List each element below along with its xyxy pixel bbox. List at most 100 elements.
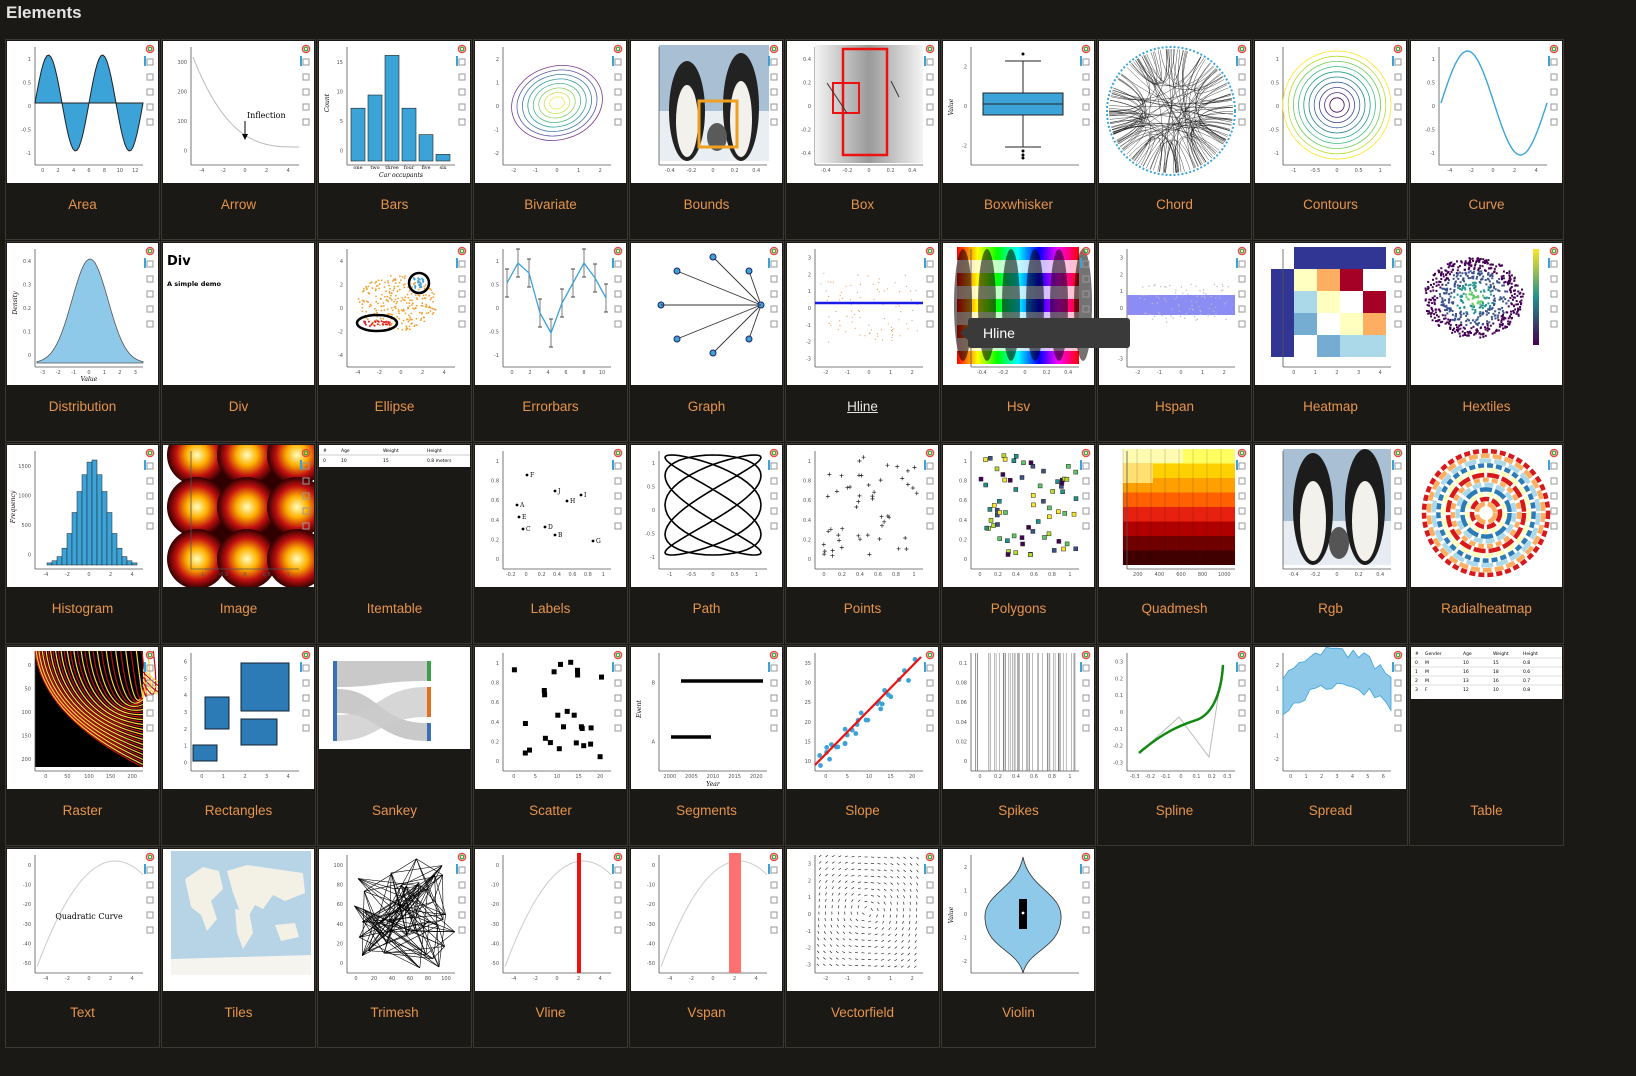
thumbnail-vspan[interactable]: -4 -2 0 2 4 -50 -40 -30 -20 -10 0 bbox=[631, 849, 782, 991]
gallery-link-text[interactable]: Text bbox=[6, 1005, 159, 1020]
thumbnail-curve[interactable]: -4 -2 0 2 4 -1 -0.5 0 0.5 1 bbox=[1411, 41, 1562, 183]
thumbnail-bounds[interactable]: -0.4 -0.2 0 0.2 0.4 bbox=[631, 41, 782, 183]
thumbnail-text[interactable]: -4 -2 0 2 4 -50 -40 -30 -20 -10 0 Quadratic Curve bbox=[7, 849, 158, 991]
gallery-card-radialheatmap[interactable]: Radialheatmap bbox=[1409, 443, 1564, 644]
gallery-link-area[interactable]: Area bbox=[6, 197, 159, 212]
gallery-card-tiles[interactable]: Tiles bbox=[161, 847, 316, 1048]
thumbnail-image[interactable]: -1 -0.5 0 0.5 1 bbox=[163, 445, 314, 587]
thumbnail-raster[interactable]: 0 50 100 150 200 200 150 100 50 0 bbox=[7, 647, 158, 789]
gallery-card-bivariate[interactable]: -2 -1 0 1 2 -2 -1 0 1 2 Bivariate bbox=[473, 39, 628, 240]
gallery-link-scatter[interactable]: Scatter bbox=[474, 803, 627, 818]
gallery-link-polygons[interactable]: Polygons bbox=[942, 601, 1095, 616]
gallery-link-contours[interactable]: Contours bbox=[1254, 197, 1407, 212]
thumbnail-rectangles[interactable]: 0 1 2 3 4 0 1 2 3 4 5 6 bbox=[163, 647, 314, 789]
gallery-link-trimesh[interactable]: Trimesh bbox=[318, 1005, 471, 1020]
thumbnail-spread[interactable]: 0 1 2 3 4 5 6 -2 -1 0 1 2 bbox=[1255, 647, 1406, 789]
gallery-link-quadmesh[interactable]: Quadmesh bbox=[1098, 601, 1251, 616]
gallery-link-spread[interactable]: Spread bbox=[1254, 803, 1407, 818]
gallery-link-labels[interactable]: Labels bbox=[474, 601, 627, 616]
gallery-link-bivariate[interactable]: Bivariate bbox=[474, 197, 627, 212]
gallery-card-histogram[interactable]: -4 -2 0 2 4 0 500 1000 1500 Frequency Histogram bbox=[5, 443, 160, 644]
gallery-link-ellipse[interactable]: Ellipse bbox=[318, 399, 471, 414]
gallery-card-distribution[interactable]: -3 -2 -1 0 1 2 3 0 0.1 0.2 0.3 0.4 Value Density Distr… bbox=[5, 241, 160, 442]
thumbnail-spikes[interactable]: 0 0.2 0.4 0.6 0.8 1 0 0.02 0.04 0.06 0.08 0.1 bbox=[943, 647, 1094, 789]
thumbnail-heatmap[interactable]: 0 1 2 3 4 bbox=[1255, 243, 1406, 385]
thumbnail-boxwhisker[interactable]: -2 0 2 Value bbox=[943, 41, 1094, 183]
gallery-link-spikes[interactable]: Spikes bbox=[942, 803, 1095, 818]
thumbnail-quadmesh[interactable]: 200 400 600 800 1000 bbox=[1099, 445, 1250, 587]
gallery-link-bounds[interactable]: Bounds bbox=[630, 197, 783, 212]
gallery-card-heatmap[interactable]: 0 1 2 3 4 Heatmap bbox=[1253, 241, 1408, 442]
thumbnail-scatter[interactable]: 0 5 10 15 20 0 0.2 0.4 0.6 0.8 1 bbox=[475, 647, 626, 789]
thumbnail-violin[interactable]: -2 -1 0 1 2 Value bbox=[943, 849, 1094, 991]
gallery-card-hline[interactable]: -2 -1 0 1 2 -3 -2 -1 0 1 2 3 Hline bbox=[785, 241, 940, 442]
gallery-link-boxwhisker[interactable]: Boxwhisker bbox=[942, 197, 1095, 212]
gallery-card-vspan[interactable]: -4 -2 0 2 4 -50 -40 -30 -20 -10 0 Vspan bbox=[629, 847, 784, 1048]
gallery-card-image[interactable]: -1 -0.5 0 0.5 1 Image bbox=[161, 443, 316, 644]
gallery-link-violin[interactable]: Violin bbox=[942, 1005, 1095, 1020]
thumbnail-spline[interactable]: -0.3 -0.2 -0.1 0 0.1 0.2 0.3 -0.3 -0.2 -0.1 0 0.1 0.… bbox=[1099, 647, 1250, 789]
gallery-link-spline[interactable]: Spline bbox=[1098, 803, 1251, 818]
gallery-link-rgb[interactable]: Rgb bbox=[1254, 601, 1407, 616]
gallery-link-image[interactable]: Image bbox=[162, 601, 315, 616]
gallery-card-spread[interactable]: 0 1 2 3 4 5 6 -2 -1 0 1 2 Spread bbox=[1253, 645, 1408, 846]
gallery-link-histogram[interactable]: Histogram bbox=[6, 601, 159, 616]
gallery-link-tiles[interactable]: Tiles bbox=[162, 1005, 315, 1020]
gallery-card-vline[interactable]: -4 -2 0 2 4 -50 -40 -30 -20 -10 0 Vline bbox=[473, 847, 628, 1048]
thumbnail-graph[interactable] bbox=[631, 243, 782, 385]
gallery-link-bars[interactable]: Bars bbox=[318, 197, 471, 212]
thumbnail-histogram[interactable]: -4 -2 0 2 4 0 500 1000 1500 Frequency bbox=[7, 445, 158, 587]
gallery-link-points[interactable]: Points bbox=[786, 601, 939, 616]
gallery-link-raster[interactable]: Raster bbox=[6, 803, 159, 818]
gallery-link-hextiles[interactable]: Hextiles bbox=[1410, 399, 1563, 414]
gallery-card-chord[interactable]: Chord bbox=[1097, 39, 1252, 240]
gallery-link-chord[interactable]: Chord bbox=[1098, 197, 1251, 212]
gallery-card-scatter[interactable]: 0 5 10 15 20 0 0.2 0.4 0.6 0.8 1 Scatter bbox=[473, 645, 628, 846]
thumbnail-points[interactable]: 0 0.2 0.4 0.6 0.8 1 0 0.2 0.4 0.6 0.8 1 bbox=[787, 445, 938, 587]
thumbnail-polygons[interactable]: 0 0.2 0.4 0.6 0.8 1 0 0.2 0.4 0.6 0.8 1 bbox=[943, 445, 1094, 587]
gallery-link-segments[interactable]: Segments bbox=[630, 803, 783, 818]
gallery-link-errorbars[interactable]: Errorbars bbox=[474, 399, 627, 414]
thumbnail-hextiles[interactable] bbox=[1411, 243, 1562, 385]
gallery-card-rgb[interactable]: -0.4 -0.2 0 0.2 0.4 Rgb bbox=[1253, 443, 1408, 644]
gallery-link-div[interactable]: Div bbox=[162, 399, 315, 414]
gallery-link-rectangles[interactable]: Rectangles bbox=[162, 803, 315, 818]
gallery-card-div[interactable]: Div A simple demo Div bbox=[161, 241, 316, 442]
thumbnail-vline[interactable]: -4 -2 0 2 4 -50 -40 -30 -20 -10 0 bbox=[475, 849, 626, 991]
thumbnail-radialheatmap[interactable] bbox=[1411, 445, 1562, 587]
gallery-card-errorbars[interactable]: 0 2 4 6 8 10 -1 -0.5 0 0.5 1 Errorbars bbox=[473, 241, 628, 442]
thumbnail-segments[interactable]: 2000 2005 2010 2015 2020 A B Year Event bbox=[631, 647, 782, 789]
gallery-card-hextiles[interactable]: Hextiles bbox=[1409, 241, 1564, 442]
thumbnail-ellipse[interactable]: -4 -2 0 2 4 -4 -2 0 2 4 bbox=[319, 243, 470, 385]
gallery-card-points[interactable]: 0 0.2 0.4 0.6 0.8 1 0 0.2 0.4 0.6 0.8 1 Points bbox=[785, 443, 940, 644]
thumbnail-path[interactable]: -1 -0.5 0 0.5 1 -1 -0.5 0 0.5 1 bbox=[631, 445, 782, 587]
thumbnail-arrow[interactable]: -4 -2 0 2 4 0 100 200 300 Inflection bbox=[163, 41, 314, 183]
gallery-card-bars[interactable]: 0 5 10 15 one two three four five six Car occupant… bbox=[317, 39, 472, 240]
thumbnail-bars[interactable]: 0 5 10 15 one two three four five six Car occupant… bbox=[319, 41, 470, 183]
thumbnail-tiles[interactable] bbox=[163, 849, 314, 991]
gallery-link-hspan[interactable]: Hspan bbox=[1098, 399, 1251, 414]
thumbnail-hsv[interactable]: -0.4 -0.2 0 0.2 0.4 bbox=[943, 243, 1094, 385]
gallery-link-radialheatmap[interactable]: Radialheatmap bbox=[1410, 601, 1563, 616]
thumbnail-vectorfield[interactable]: -2 -1 0 1 2 -3 -2 -1 0 1 2 3 bbox=[787, 849, 938, 991]
thumbnail-sankey[interactable] bbox=[319, 647, 470, 789]
thumbnail-div[interactable]: Div A simple demo bbox=[163, 243, 314, 385]
thumbnail-hspan[interactable]: -2-1012-3-2-10123 bbox=[1099, 243, 1250, 385]
gallery-card-contours[interactable]: -1 -0.5 0 0.5 1 -1 -0.5 0 0.5 1 Contours bbox=[1253, 39, 1408, 240]
gallery-link-heatmap[interactable]: Heatmap bbox=[1254, 399, 1407, 414]
gallery-link-itemtable[interactable]: Itemtable bbox=[318, 601, 471, 616]
gallery-card-path[interactable]: -1 -0.5 0 0.5 1 -1 -0.5 0 0.5 1 Path bbox=[629, 443, 784, 644]
thumbnail-hline[interactable]: -2 -1 0 1 2 -3 -2 -1 0 1 2 3 bbox=[787, 243, 938, 385]
gallery-card-arrow[interactable]: -4 -2 0 2 4 0 100 200 300 Inflection Arrow bbox=[161, 39, 316, 240]
thumbnail-box[interactable]: -0.4 -0.2 0 0.2 0.4 -0.4 -0.2 0 0.2 0.4 bbox=[787, 41, 938, 183]
gallery-card-polygons[interactable]: 0 0.2 0.4 0.6 0.8 1 0 0.2 0.4 0.6 0.8 1 Polygons bbox=[941, 443, 1096, 644]
gallery-card-ellipse[interactable]: -4 -2 0 2 4 -4 -2 0 2 4 Ellipse bbox=[317, 241, 472, 442]
thumbnail-labels[interactable]: -0.2 0 0.2 0.4 0.6 0.8 1 0 0.2 0.4 0.6 0.8 1 A B C D E F G H… bbox=[475, 445, 626, 587]
gallery-card-sankey[interactable]: Sankey bbox=[317, 645, 472, 846]
thumbnail-table[interactable]: # Gender Age Weight Height 0 M 10 15 0.8 1 M 16 18 0.6… bbox=[1411, 647, 1562, 789]
gallery-card-curve[interactable]: -4 -2 0 2 4 -1 -0.5 0 0.5 1 Curve bbox=[1409, 39, 1564, 240]
gallery-card-rectangles[interactable]: 0 1 2 3 4 0 1 2 3 4 5 6 Rectangles bbox=[161, 645, 316, 846]
gallery-link-vspan[interactable]: Vspan bbox=[630, 1005, 783, 1020]
gallery-card-graph[interactable]: Graph bbox=[629, 241, 784, 442]
thumbnail-errorbars[interactable]: 0 2 4 6 8 10 -1 -0.5 0 0.5 1 bbox=[475, 243, 626, 385]
